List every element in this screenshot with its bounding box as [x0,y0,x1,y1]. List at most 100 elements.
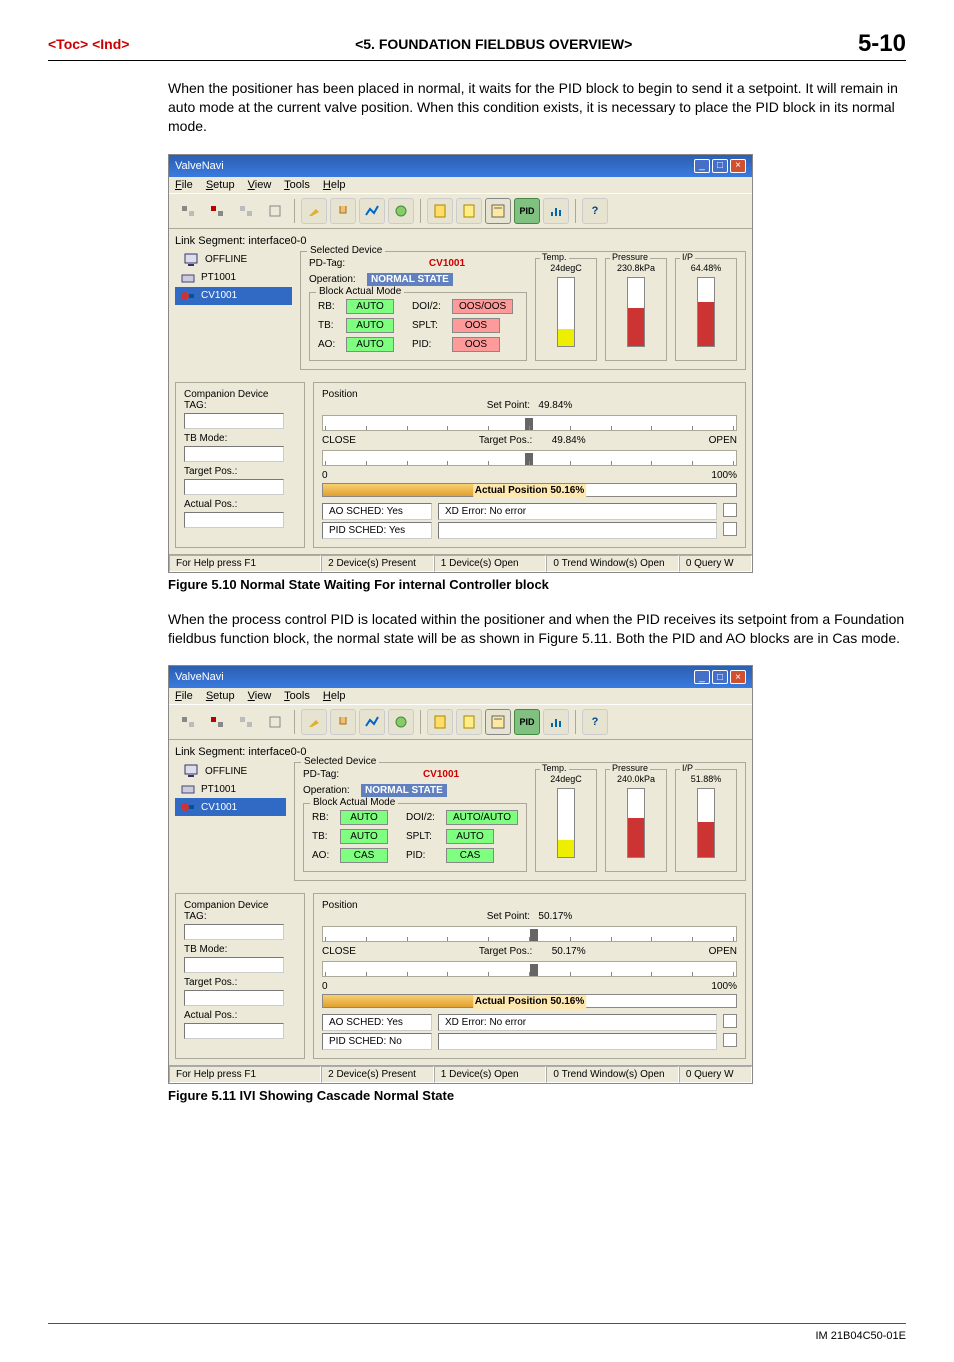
pid-label: PID: [406,850,440,861]
caption-5-10: Figure 5.10 Normal State Waiting For int… [168,577,906,592]
position-legend: Position [322,900,358,911]
wrench-icon[interactable] [301,198,327,224]
config-icon[interactable] [388,198,414,224]
chart-icon[interactable] [543,198,569,224]
menu-tools[interactable]: Tools [284,179,310,191]
menu-file[interactable]: File [175,690,193,702]
menu-help[interactable]: Help [323,179,346,191]
tree-pt1001[interactable]: PT1001 [175,269,292,287]
pen-icon[interactable] [485,198,511,224]
ip-value: 51.88% [678,774,734,784]
tool-4-icon[interactable] [262,198,288,224]
app-title: ValveNavi [175,160,224,172]
device-tree[interactable]: OFFLINE PT1001 CV1001 [175,251,292,376]
pd-tag-label: PD-Tag: [303,769,355,780]
doi-state: OOS/OOS [452,299,513,314]
tool-2-icon[interactable] [204,198,230,224]
config-icon[interactable] [388,709,414,735]
tool-1-icon[interactable] [175,198,201,224]
rb-label: RB: [312,812,334,823]
companion-tag-input[interactable] [184,924,284,940]
help-icon[interactable]: ? [582,709,608,735]
companion-tag-input[interactable] [184,413,284,429]
status-long [438,522,717,539]
tool-2-icon[interactable] [204,709,230,735]
companion-actual-input[interactable] [184,512,284,528]
tree-offline[interactable]: OFFLINE [175,762,286,780]
maximize-icon[interactable]: □ [712,670,728,684]
operation-label: Operation: [303,785,355,796]
yellow2-icon[interactable] [456,198,482,224]
tree-cv1001[interactable]: CV1001 [175,287,292,305]
tool-1-icon[interactable] [175,709,201,735]
device-tree[interactable]: OFFLINE PT1001 CV1001 [175,762,286,887]
chart-icon[interactable] [543,709,569,735]
operation-value: NORMAL STATE [367,273,453,286]
menu-tools[interactable]: Tools [284,690,310,702]
menu-bar[interactable]: File Setup View Tools Help [169,177,752,193]
companion-tbmode-input[interactable] [184,446,284,462]
toc-ind[interactable]: <Toc> <Ind> [48,36,129,52]
companion-tbmode-input[interactable] [184,957,284,973]
minimize-icon[interactable]: _ [694,159,710,173]
selected-device-legend: Selected Device [307,245,385,256]
status-long [438,1033,717,1050]
status-icon[interactable] [723,1014,737,1028]
menu-file[interactable]: File [175,179,193,191]
tree-pt1001[interactable]: PT1001 [175,780,286,798]
target-slider[interactable] [322,450,737,466]
menu-view[interactable]: View [248,179,272,191]
paragraph-1: When the positioner has been placed in n… [168,79,906,136]
menu-view[interactable]: View [248,690,272,702]
tree-offline[interactable]: OFFLINE [175,251,292,269]
hand-icon[interactable] [330,198,356,224]
target-slider[interactable] [322,961,737,977]
tool-3-icon[interactable] [233,198,259,224]
yellow2-icon[interactable] [456,709,482,735]
yellow1-icon[interactable] [427,198,453,224]
setpoint-value: 50.17% [538,911,572,922]
pid-icon[interactable]: PID [514,709,540,735]
window-titlebar[interactable]: ValveNavi _ □ × [169,155,752,177]
tool-3-icon[interactable] [233,709,259,735]
setpoint-slider[interactable] [322,415,737,431]
pid-icon[interactable]: PID [514,198,540,224]
menu-bar[interactable]: File Setup View Tools Help [169,688,752,704]
status-icon[interactable] [723,522,737,536]
menu-setup[interactable]: Setup [206,690,235,702]
xd-error: XD Error: No error [438,503,717,520]
companion-target-input[interactable] [184,990,284,1006]
help-icon[interactable]: ? [582,198,608,224]
companion-actual-input[interactable] [184,1023,284,1039]
trend-icon[interactable] [359,709,385,735]
wrench-icon[interactable] [301,709,327,735]
position-legend: Position [322,389,358,400]
tree-cv-label: CV1001 [201,802,237,813]
link-segment-label: Link Segment: interface0-0 [175,746,746,758]
trend-icon[interactable] [359,198,385,224]
companion-legend: Companion Device [184,900,269,911]
tb-label: TB: [318,320,340,331]
hand-icon[interactable] [330,709,356,735]
device-icon [179,781,197,797]
status-icon[interactable] [723,503,737,517]
window-titlebar[interactable]: ValveNavi _ □ × [169,666,752,688]
status-icon[interactable] [723,1033,737,1047]
toolbar-divider [575,710,576,734]
menu-help[interactable]: Help [323,690,346,702]
doi-label: DOI/2: [406,812,440,823]
minimize-icon[interactable]: _ [694,670,710,684]
setpoint-label: Set Point: [487,911,530,922]
menu-setup[interactable]: Setup [206,179,235,191]
tree-cv1001[interactable]: CV1001 [175,798,286,816]
tool-4-icon[interactable] [262,709,288,735]
temp-gauge: Temp. 24degC [535,769,597,872]
computer-icon [183,252,201,268]
close-icon[interactable]: × [730,159,746,173]
close-icon[interactable]: × [730,670,746,684]
maximize-icon[interactable]: □ [712,159,728,173]
companion-target-input[interactable] [184,479,284,495]
pen-icon[interactable] [485,709,511,735]
yellow1-icon[interactable] [427,709,453,735]
setpoint-slider[interactable] [322,926,737,942]
